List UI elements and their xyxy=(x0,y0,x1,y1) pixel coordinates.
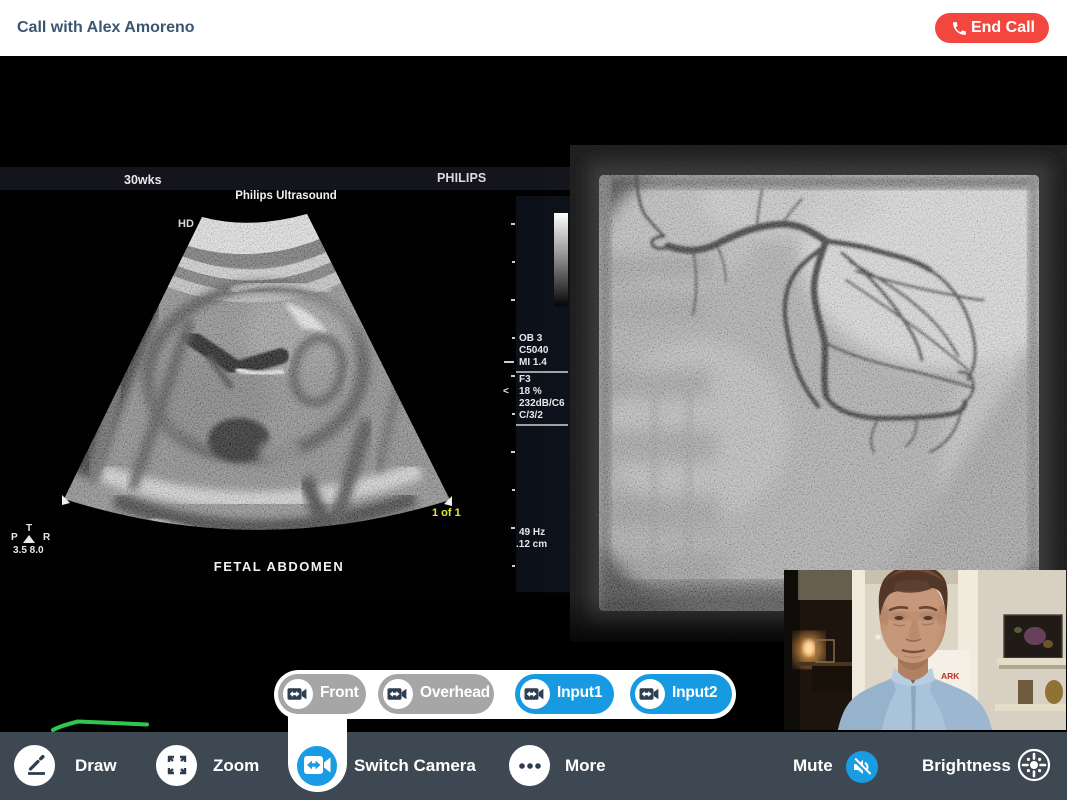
svg-text:1 of 1: 1 of 1 xyxy=(432,507,461,519)
svg-text:C/3/2: C/3/2 xyxy=(519,410,543,421)
svg-text:30wks: 30wks xyxy=(124,173,162,187)
svg-text:.12 cm: .12 cm xyxy=(516,539,547,550)
svg-text:ARK: ARK xyxy=(941,671,960,681)
svg-text:PHILIPS: PHILIPS xyxy=(437,171,486,185)
svg-text:OB 3: OB 3 xyxy=(519,333,543,344)
svg-text:T: T xyxy=(26,523,32,534)
svg-text:HD: HD xyxy=(178,218,194,230)
svg-text:C5040: C5040 xyxy=(519,345,549,356)
svg-text:R: R xyxy=(43,532,51,543)
svg-text:F3: F3 xyxy=(519,374,531,385)
svg-text:FETAL ABDOMEN: FETAL ABDOMEN xyxy=(214,559,344,574)
svg-text:49 Hz: 49 Hz xyxy=(519,527,545,538)
svg-text:18 %: 18 % xyxy=(519,386,542,397)
svg-text:P: P xyxy=(11,532,18,543)
svg-text:Philips Ultrasound: Philips Ultrasound xyxy=(235,190,337,202)
svg-text:232dB/C6: 232dB/C6 xyxy=(519,398,565,409)
svg-text:3.5 8.0: 3.5 8.0 xyxy=(13,545,44,556)
svg-text:<: < xyxy=(503,386,509,397)
svg-text:MI 1.4: MI 1.4 xyxy=(519,357,547,368)
